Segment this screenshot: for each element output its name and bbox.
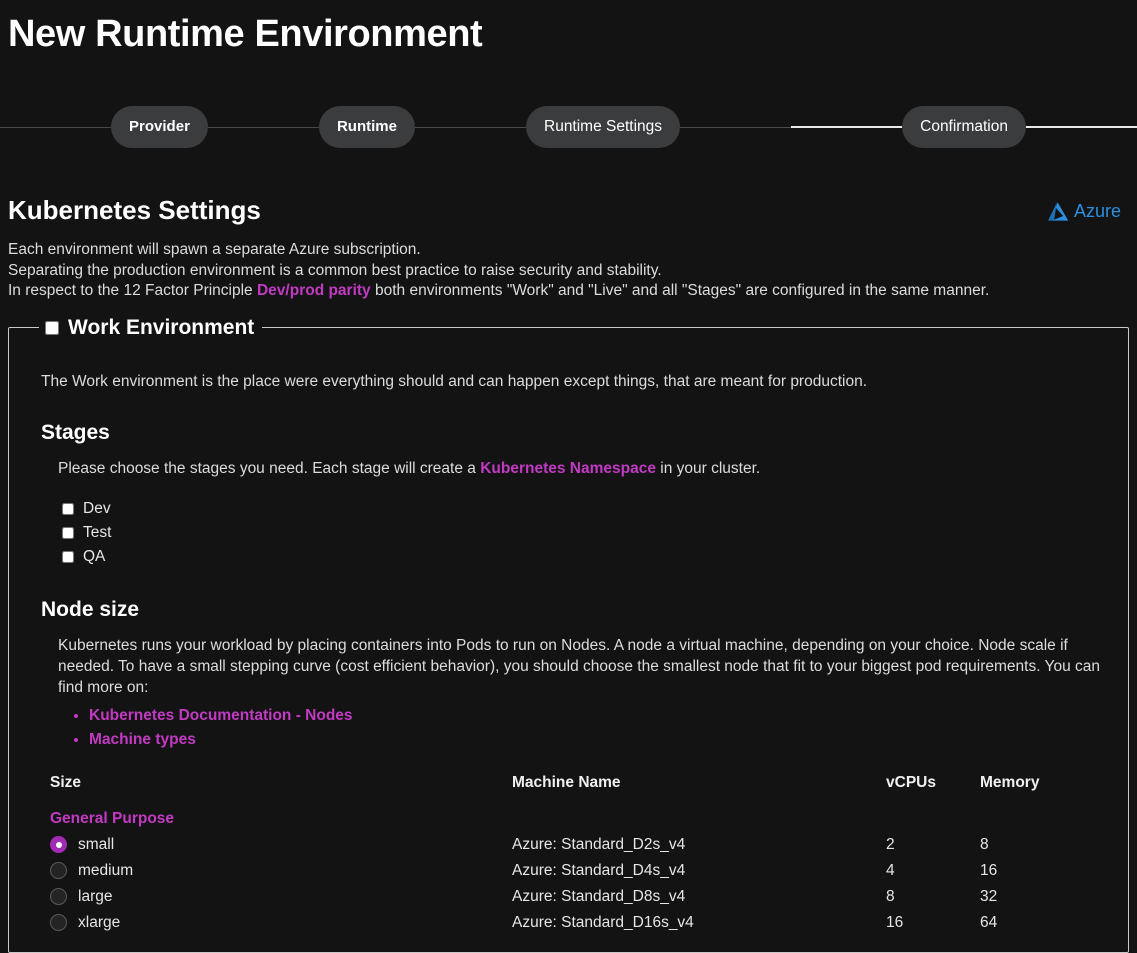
memory-xlarge: 64 — [980, 913, 998, 931]
azure-logo-icon — [1047, 201, 1069, 221]
node-size-link-item: Machine types — [89, 728, 1103, 752]
machine-name-small: Azure: Standard_D2s_v4 — [512, 835, 686, 853]
machine-types-link[interactable]: Machine types — [89, 731, 196, 748]
work-environment-legend: Work Environment — [39, 316, 262, 340]
kubernetes-namespace-link[interactable]: Kubernetes Namespace — [480, 460, 656, 477]
stepper-line-2 — [414, 126, 526, 128]
intro-line-3-post: both environments "Work" and "Live" and … — [370, 282, 990, 299]
vcpus-small: 2 — [886, 835, 895, 853]
memory-medium: 16 — [980, 861, 998, 879]
stage-label-qa: QA — [83, 547, 106, 565]
work-environment-body: The Work environment is the place were e… — [25, 372, 1112, 936]
stages-description-post: in your cluster. — [655, 459, 761, 477]
stepper-line-0 — [0, 126, 112, 128]
stepper-step-confirmation[interactable]: Confirmation — [902, 106, 1026, 148]
node-size-link-item: Kubernetes Documentation - Nodes — [89, 704, 1103, 728]
node-size-table-body: General Purpose small Azure: Standard_D2… — [34, 806, 1103, 936]
node-size-radio-small[interactable] — [50, 836, 67, 853]
provider-name: Azure — [1073, 201, 1121, 221]
stage-checkbox-test[interactable] — [62, 526, 74, 539]
provider-badge: Azure — [1046, 200, 1121, 226]
table-row[interactable]: small Azure: Standard_D2s_v4 2 8 — [34, 832, 1103, 858]
table-row[interactable]: xlarge Azure: Standard_D16s_v4 16 64 — [34, 910, 1103, 936]
stage-checkbox-dev[interactable] — [62, 502, 74, 515]
node-size-description: Kubernetes runs your workload by placing… — [58, 636, 1101, 696]
size-cell-medium[interactable]: medium — [34, 858, 512, 884]
memory-small: 8 — [980, 835, 989, 853]
node-size-heading: Node size — [41, 597, 140, 621]
vcpus-xlarge: 16 — [886, 913, 904, 931]
stage-checkbox-qa[interactable] — [62, 550, 74, 563]
stepper-line-5-active — [1026, 126, 1137, 128]
node-size-label-xlarge: xlarge — [78, 913, 121, 931]
machine-name-medium: Azure: Standard_D4s_v4 — [512, 861, 686, 879]
table-header-row: Size Machine Name vCPUs Memory — [34, 774, 1103, 806]
stage-item-dev[interactable]: Dev — [58, 497, 1103, 521]
table-row[interactable]: large Azure: Standard_D8s_v4 8 32 — [34, 884, 1103, 910]
work-environment-fieldset: Work Environment The Work environment is… — [8, 315, 1129, 953]
stage-item-test[interactable]: Test — [58, 521, 1103, 545]
table-row[interactable]: medium Azure: Standard_D4s_v4 4 16 — [34, 858, 1103, 884]
stages-heading: Stages — [41, 420, 110, 444]
stepper-line-4-active — [791, 126, 903, 128]
stages-description: Please choose the stages you need. Each … — [58, 458, 1103, 479]
kubernetes-docs-nodes-link[interactable]: Kubernetes Documentation - Nodes — [89, 707, 353, 724]
intro-line-3-pre: In respect to the 12 Factor Principle — [8, 282, 257, 299]
node-size-radio-medium[interactable] — [50, 862, 67, 879]
column-header-vcpus: vCPUs — [886, 773, 936, 791]
node-size-radio-large[interactable] — [50, 888, 67, 905]
stages-description-pre: Please choose the stages you need. Each … — [58, 459, 481, 477]
size-cell-inner: xlarge — [50, 910, 512, 936]
stage-checkbox-list: Dev Test QA — [58, 497, 1103, 569]
page-section-title: Kubernetes Settings — [8, 195, 261, 225]
group-label-general-purpose: General Purpose — [50, 809, 175, 827]
size-cell-xlarge[interactable]: xlarge — [34, 910, 512, 936]
size-cell-large[interactable]: large — [34, 884, 512, 910]
machine-name-large: Azure: Standard_D8s_v4 — [512, 887, 686, 905]
node-size-label-small: small — [78, 835, 115, 853]
stage-label-dev: Dev — [83, 499, 111, 517]
column-header-machine-name: Machine Name — [512, 773, 621, 791]
stepper-step-runtime[interactable]: Runtime — [318, 106, 415, 148]
node-size-radio-xlarge[interactable] — [50, 914, 67, 931]
work-environment-description: The Work environment is the place were e… — [41, 372, 868, 390]
node-size-table-head: Size Machine Name vCPUs Memory — [34, 774, 1103, 806]
table-group-row-general-purpose: General Purpose — [34, 806, 1103, 832]
node-size-table: Size Machine Name vCPUs Memory General P… — [34, 774, 1103, 936]
stepper-step-runtime-settings[interactable]: Runtime Settings — [526, 106, 681, 148]
size-cell-inner: medium — [50, 858, 512, 884]
size-cell-small[interactable]: small — [34, 832, 512, 858]
size-cell-inner: large — [50, 884, 512, 910]
work-environment-checkbox[interactable] — [45, 320, 59, 335]
work-environment-legend-label: Work Environment — [68, 315, 255, 339]
column-header-size: Size — [50, 773, 82, 791]
page-title: New Runtime Environment — [8, 13, 483, 55]
stepper-line-3 — [680, 126, 792, 128]
stage-item-qa[interactable]: QA — [58, 545, 1103, 569]
intro-line-2: Separating the production environment is… — [8, 261, 662, 279]
column-header-memory: Memory — [980, 773, 1040, 791]
vcpus-large: 8 — [886, 887, 895, 905]
section-intro: Each environment will spawn a separate A… — [0, 240, 1137, 302]
machine-name-xlarge: Azure: Standard_D16s_v4 — [512, 913, 694, 931]
section-header: Kubernetes Settings Azure — [0, 194, 1137, 226]
intro-line-1: Each environment will spawn a separate A… — [8, 241, 421, 258]
node-size-link-list: Kubernetes Documentation - Nodes Machine… — [34, 704, 1103, 752]
vcpus-medium: 4 — [886, 861, 895, 879]
dev-prod-parity-link[interactable]: Dev/prod parity — [257, 282, 371, 299]
intro-line-3: In respect to the 12 Factor Principle De… — [8, 281, 1129, 302]
node-size-label-large: large — [78, 887, 113, 905]
node-size-label-medium: medium — [78, 861, 134, 879]
page-root: New Runtime Environment Provider Runtime… — [0, 0, 1137, 953]
memory-large: 32 — [980, 887, 998, 905]
stepper-line-1 — [207, 126, 319, 128]
stepper-step-provider[interactable]: Provider — [111, 106, 208, 148]
size-cell-inner: small — [50, 832, 512, 858]
stage-label-test: Test — [83, 523, 112, 541]
wizard-stepper: Provider Runtime Runtime Settings Confir… — [0, 104, 1137, 150]
